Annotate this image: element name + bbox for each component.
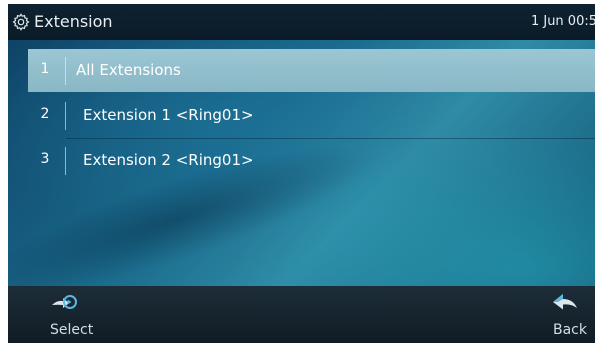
select-label: Select <box>50 322 94 338</box>
select-softkey[interactable]: Select <box>20 286 110 343</box>
softkey-bar: Select Back <box>8 286 595 343</box>
list-item-number: 1 <box>40 61 50 77</box>
list-item-divider <box>65 147 66 175</box>
list-item-divider <box>65 57 66 85</box>
list-item-label: Extension 1 <Ring01> <box>83 106 254 124</box>
list-item-number: 2 <box>40 106 50 122</box>
page-title: Extension <box>34 12 113 31</box>
select-arrow-icon <box>52 295 77 309</box>
list-item-number: 3 <box>40 151 50 167</box>
gear-icon <box>12 13 30 31</box>
list-item-divider <box>65 102 66 130</box>
back-label: Back <box>553 322 587 338</box>
list-item-label: All Extensions <box>76 61 181 79</box>
back-arrow-icon <box>553 294 577 310</box>
list-item-extension-1[interactable]: 2 Extension 1 <Ring01> <box>28 94 595 139</box>
list-item-label: Extension 2 <Ring01> <box>83 151 254 169</box>
back-softkey[interactable]: Back <box>505 286 595 343</box>
phone-screen: Extension 1 Jun 00:5 1 All Extensions 2 … <box>8 4 595 343</box>
title-bar: Extension 1 Jun 00:5 <box>8 4 595 40</box>
list-item-all-extensions[interactable]: 1 All Extensions <box>28 49 595 92</box>
list-item-extension-2[interactable]: 3 Extension 2 <Ring01> <box>28 139 595 184</box>
date-time: 1 Jun 00:5 <box>530 14 595 29</box>
extension-list: 1 All Extensions 2 Extension 1 <Ring01> … <box>28 49 595 184</box>
